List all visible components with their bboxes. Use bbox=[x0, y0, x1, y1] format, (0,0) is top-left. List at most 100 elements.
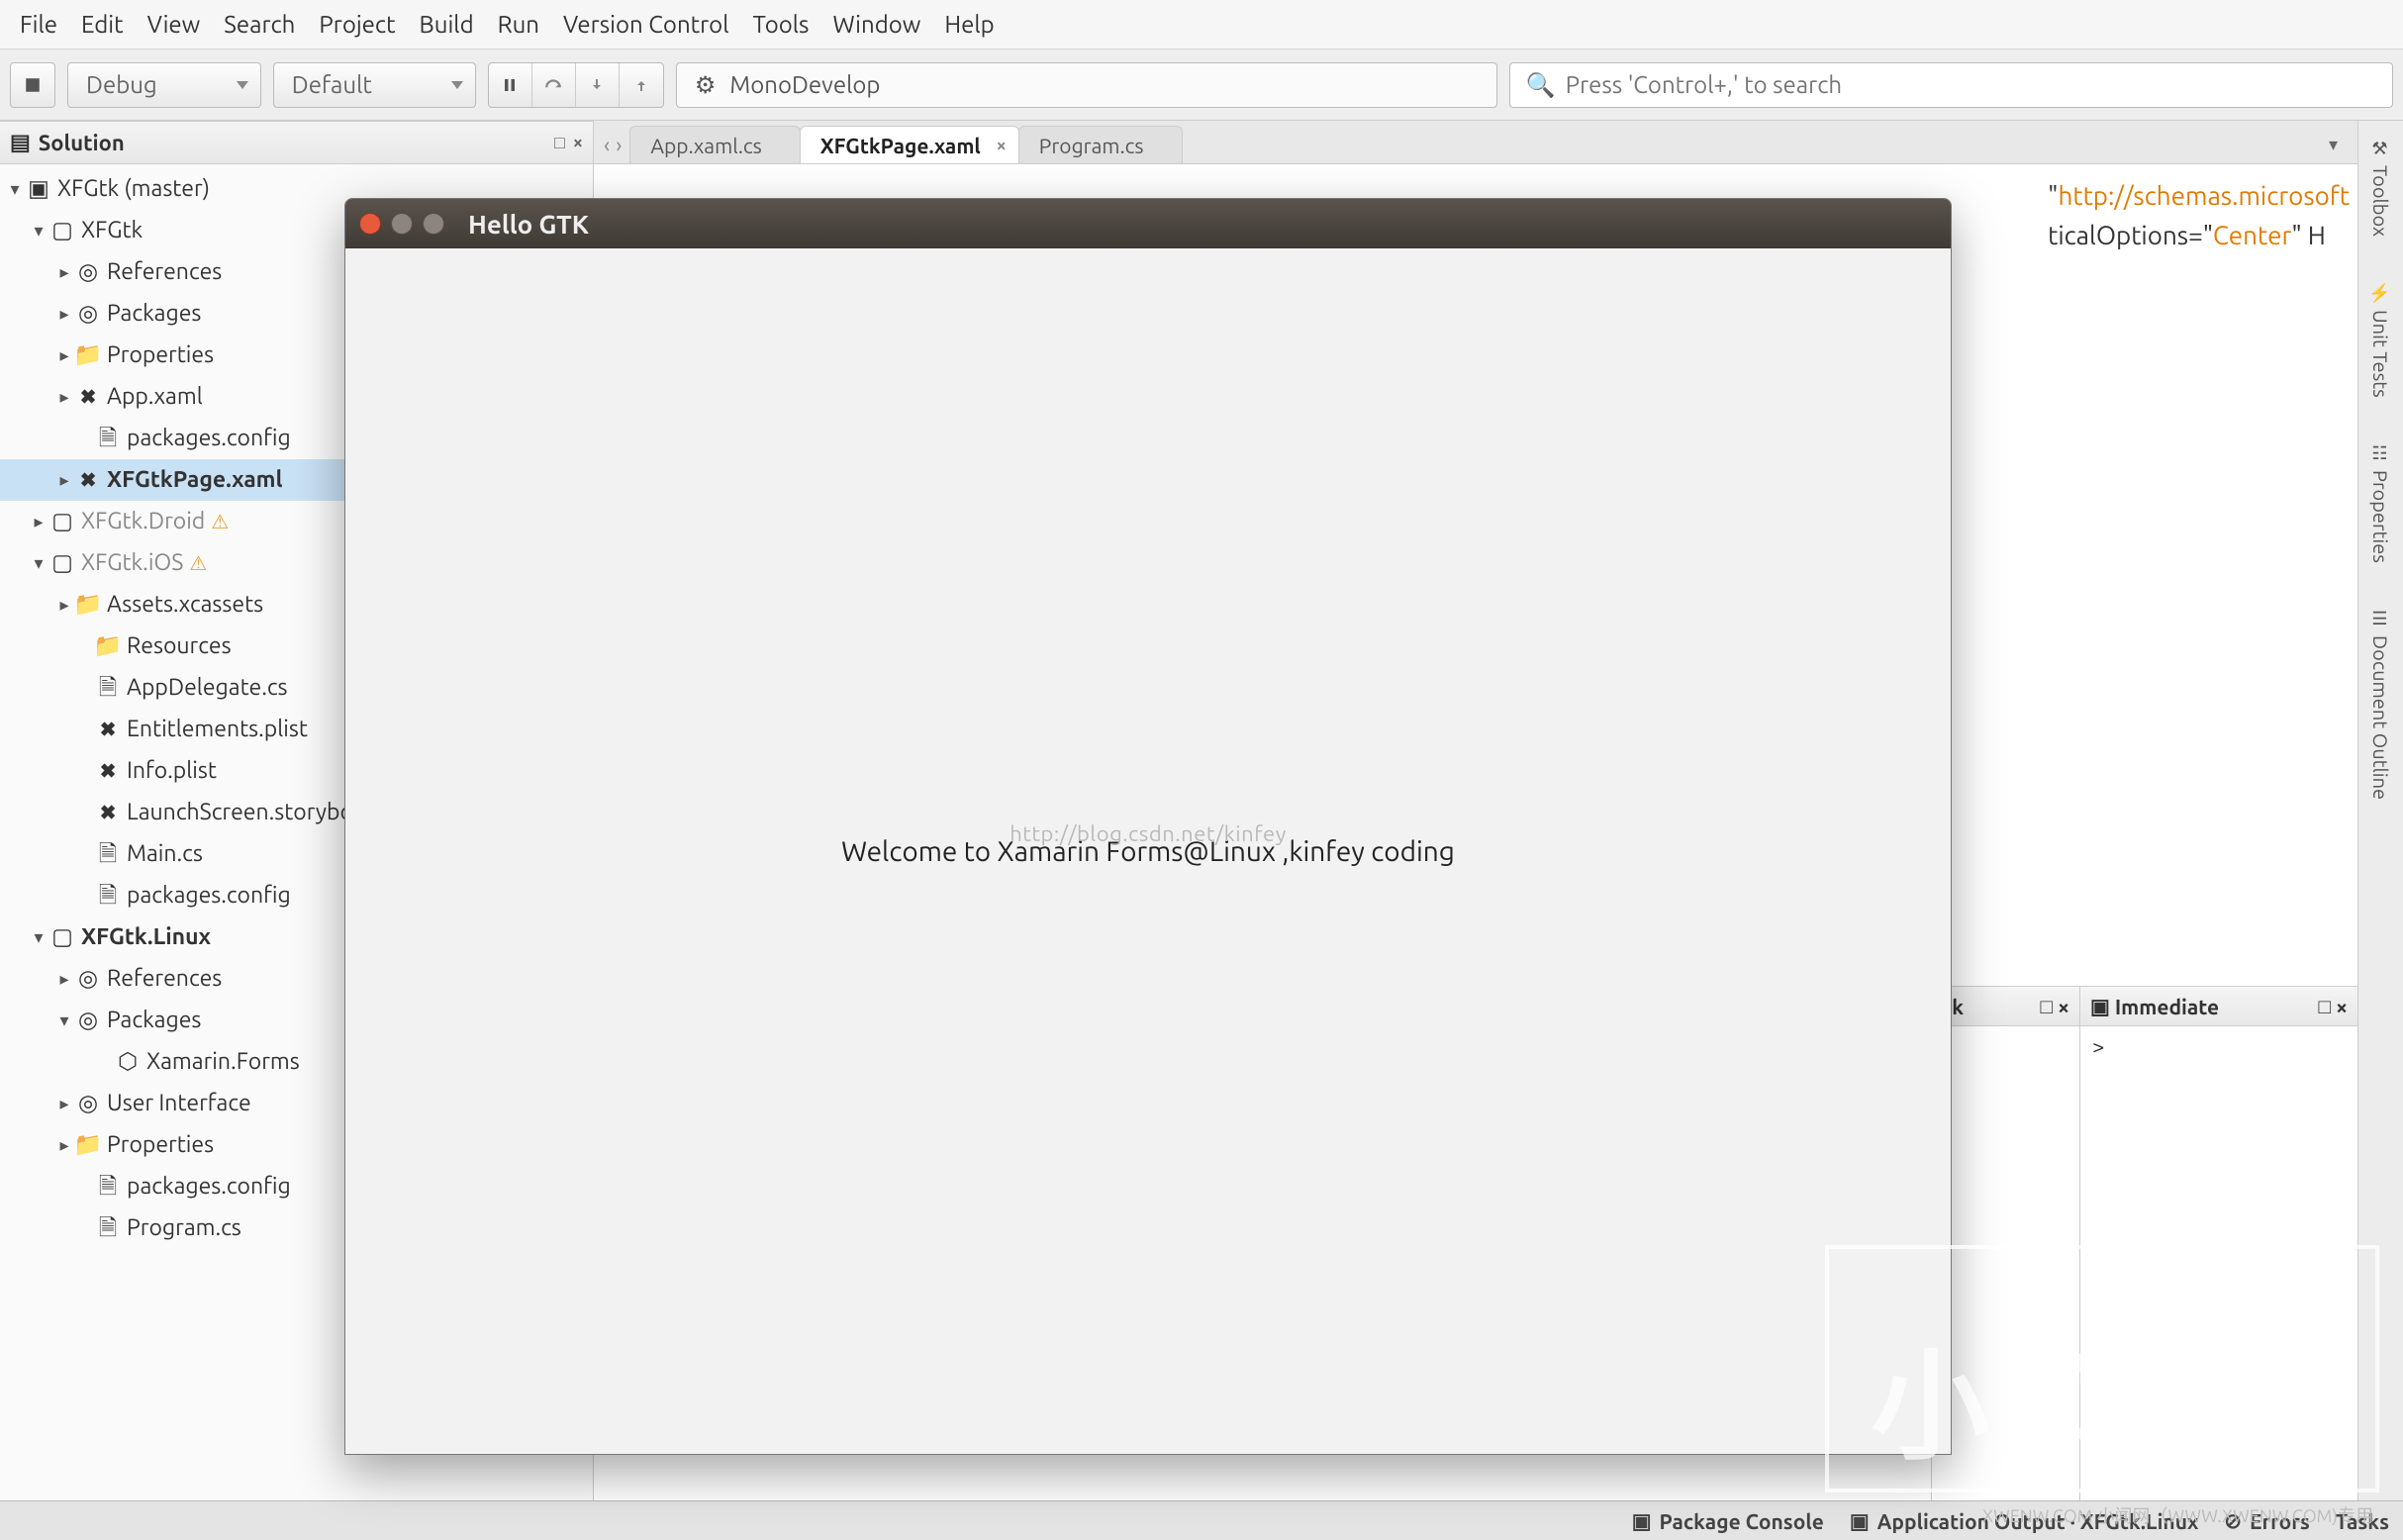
close-icon[interactable]: × bbox=[997, 136, 1007, 155]
solution-panel-title: ▤ Solution □ × bbox=[0, 121, 593, 164]
stop-button[interactable] bbox=[10, 62, 55, 108]
menu-view[interactable]: View bbox=[136, 0, 213, 49]
target-combo[interactable]: Default bbox=[273, 62, 476, 108]
run-status-label: MonoDevelop bbox=[729, 71, 880, 98]
menu-run[interactable]: Run bbox=[486, 0, 551, 49]
toolbox-tab[interactable]: ⚒Toolbox bbox=[2369, 131, 2392, 244]
window-close-button[interactable] bbox=[359, 213, 381, 235]
properties-tab[interactable]: ☷Properties bbox=[2369, 435, 2392, 571]
solution-title-label: Solution bbox=[39, 131, 125, 155]
package-icon: ⬡ bbox=[115, 1049, 141, 1075]
tree-label: XFGtk.Droid bbox=[81, 501, 205, 542]
step-out-button[interactable] bbox=[620, 63, 663, 107]
code-text: http://schemas.microsoft bbox=[2059, 181, 2350, 210]
packages-icon: ◎ bbox=[75, 1008, 101, 1033]
panel-close-icon[interactable]: × bbox=[2336, 995, 2348, 1018]
xaml-icon: 🞮 bbox=[75, 467, 101, 493]
code-text: ticalOptions=" bbox=[2048, 221, 2213, 249]
global-search[interactable]: 🔍 bbox=[1509, 62, 2393, 108]
menu-help[interactable]: Help bbox=[932, 0, 1006, 49]
run-status: ⚙ MonoDevelop bbox=[676, 62, 1497, 108]
tree-label: XFGtk bbox=[81, 210, 143, 251]
menu-window[interactable]: Window bbox=[820, 0, 932, 49]
tab-overflow-icon[interactable]: ▾ bbox=[2329, 135, 2348, 163]
gtk-app-window[interactable]: Hello GTK http://blog.csdn.net/kinfey We… bbox=[344, 198, 1952, 1455]
project-icon: ▢ bbox=[49, 550, 75, 576]
project-icon: ▢ bbox=[49, 218, 75, 243]
tab-label: XFGtkPage.xaml bbox=[820, 134, 981, 157]
gtk-titlebar[interactable]: Hello GTK bbox=[345, 199, 1951, 248]
plist-icon: 🞮 bbox=[95, 758, 121, 784]
step-over-button[interactable] bbox=[532, 63, 576, 107]
panel-close-icon[interactable]: × bbox=[2058, 995, 2069, 1018]
panel-undock-icon[interactable]: □ bbox=[554, 133, 565, 153]
ui-icon: ◎ bbox=[75, 1091, 101, 1116]
pause-button[interactable] bbox=[489, 63, 532, 107]
menu-build[interactable]: Build bbox=[408, 0, 486, 49]
panel-icon: ▤ bbox=[10, 130, 31, 155]
solution-icon: ▣ bbox=[26, 176, 51, 202]
unit-tests-tab[interactable]: ⚡Unit Tests bbox=[2369, 274, 2392, 406]
window-maximize-button[interactable] bbox=[423, 213, 444, 235]
tree-label: packages.config bbox=[127, 1166, 291, 1207]
menu-edit[interactable]: Edit bbox=[69, 0, 136, 49]
tree-label: Resources bbox=[127, 626, 232, 667]
menu-version-control[interactable]: Version Control bbox=[551, 0, 740, 49]
menu-project[interactable]: Project bbox=[307, 0, 407, 49]
step-into-button[interactable] bbox=[576, 63, 620, 107]
panel-close-icon[interactable]: × bbox=[573, 133, 583, 152]
chevron-down-icon bbox=[451, 81, 463, 89]
menu-tools[interactable]: Tools bbox=[741, 0, 821, 49]
tree-label: References bbox=[107, 958, 222, 1000]
window-minimize-button[interactable] bbox=[391, 213, 413, 235]
references-icon: ◎ bbox=[75, 259, 101, 285]
tree-label: XFGtk (master) bbox=[57, 168, 210, 210]
gear-icon: ⚙ bbox=[695, 71, 717, 99]
document-outline-tab[interactable]: ☰ Document Outline bbox=[2369, 601, 2392, 808]
menu-file[interactable]: File bbox=[8, 0, 69, 49]
status-package-console[interactable]: ▣Package Console bbox=[1632, 1508, 1824, 1533]
tree-label: User Interface bbox=[107, 1083, 251, 1124]
tab-label: Program.cs bbox=[1039, 134, 1144, 157]
blog-watermark: http://blog.csdn.net/kinfey bbox=[1009, 821, 1287, 846]
cs-icon: 🗎 bbox=[95, 675, 121, 701]
page-watermark-text: 小 闻 网 bbox=[1871, 1310, 2373, 1483]
tree-label: Info.plist bbox=[127, 750, 217, 792]
packages-icon: ◎ bbox=[75, 301, 101, 327]
code-text: " H bbox=[2291, 221, 2325, 249]
file-icon: 🗎 bbox=[95, 1174, 121, 1200]
debug-controls bbox=[488, 62, 664, 108]
gtk-window-title: Hello GTK bbox=[468, 210, 589, 239]
references-icon: ◎ bbox=[75, 966, 101, 992]
file-icon: 🗎 bbox=[95, 883, 121, 909]
tree-label: Assets.xcassets bbox=[107, 584, 263, 626]
folder-icon: 📁 bbox=[75, 1132, 101, 1158]
properties-icon: ☷ bbox=[2370, 443, 2391, 464]
tab-program-cs[interactable]: Program.cs bbox=[1018, 126, 1183, 163]
panel-undock-icon[interactable]: □ bbox=[2318, 994, 2331, 1019]
tab-app-xaml-cs[interactable]: App.xaml.cs bbox=[629, 126, 800, 163]
panel-undock-icon[interactable]: □ bbox=[2040, 994, 2053, 1019]
tree-label: App.xaml bbox=[107, 376, 203, 418]
warning-icon: ⚠ bbox=[211, 501, 229, 542]
search-input[interactable] bbox=[1566, 71, 2376, 98]
tree-label: Entitlements.plist bbox=[127, 709, 308, 750]
vtab-label: Document Outline bbox=[2369, 635, 2392, 800]
nav-forward-icon[interactable]: › bbox=[616, 133, 622, 157]
outline-icon: ☰ bbox=[2370, 609, 2391, 629]
tree-label: packages.config bbox=[127, 875, 291, 916]
code-text: " bbox=[2048, 181, 2058, 210]
tree-label: Xamarin.Forms bbox=[146, 1041, 300, 1083]
tree-label: packages.config bbox=[127, 418, 291, 459]
nav-back-icon[interactable]: ‹ bbox=[604, 133, 610, 157]
configuration-combo[interactable]: Debug bbox=[67, 62, 261, 108]
vtab-label: Unit Tests bbox=[2369, 310, 2392, 398]
tree-label: Properties bbox=[107, 335, 214, 376]
tree-label: Main.cs bbox=[127, 833, 203, 875]
tree-label: Packages bbox=[107, 1000, 201, 1041]
menu-search[interactable]: Search bbox=[212, 0, 307, 49]
tree-label: Properties bbox=[107, 1124, 214, 1166]
xaml-icon: 🞮 bbox=[75, 384, 101, 410]
immediate-prompt[interactable]: > bbox=[2092, 1034, 2104, 1059]
tab-xfgtkpage-xaml[interactable]: XFGtkPage.xaml × bbox=[800, 126, 1019, 163]
